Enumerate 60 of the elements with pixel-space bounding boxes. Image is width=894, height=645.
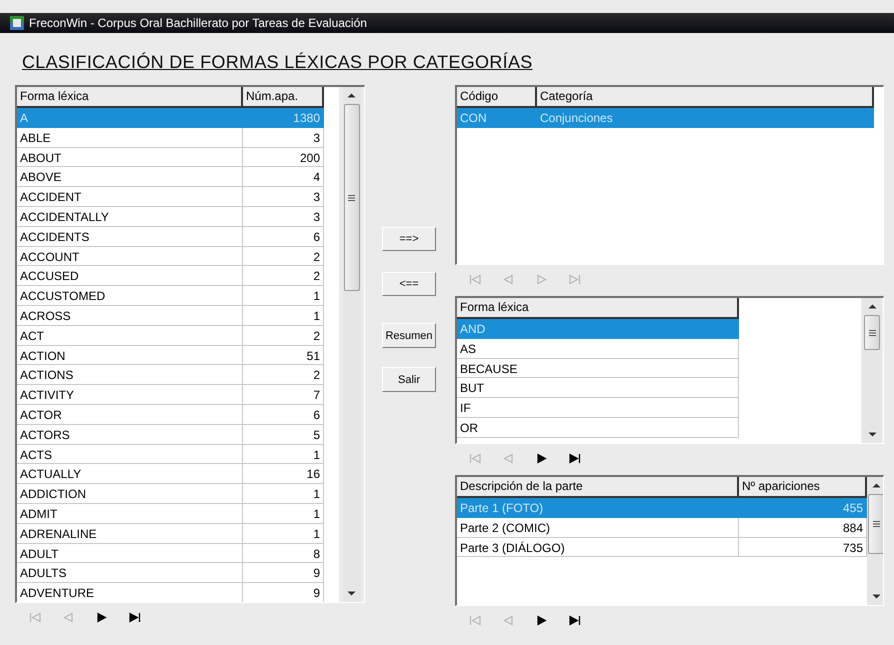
table-row[interactable]: ADDICTION 1 [17,484,324,504]
table-row[interactable]: ACTION 51 [17,346,324,366]
scroll-thumb[interactable] [344,104,360,291]
last-record-icon[interactable] [568,615,581,626]
table-row[interactable]: Parte 3 (DIÁLOGO) 735 [457,538,867,558]
table-cell: Parte 3 (DIÁLOGO) [457,538,739,558]
table-row[interactable]: ACCIDENT 3 [17,187,324,207]
last-record-icon[interactable] [568,453,581,464]
scrollbar[interactable] [863,298,881,443]
action-button[interactable]: ==> [382,227,436,251]
grip-icon [872,521,880,527]
table-row[interactable]: ADMIT 1 [17,504,324,524]
table-cell: 9 [243,583,324,602]
table-row[interactable]: ADVENTURE 9 [17,583,324,602]
table-row[interactable]: ACTUALLY 16 [17,464,324,484]
table-row[interactable]: ACTIVITY 7 [17,385,324,405]
table-row[interactable]: ACT 2 [17,326,324,346]
scroll-thumb[interactable] [868,494,883,554]
table-row[interactable]: ADULT 8 [17,544,324,564]
table-row[interactable]: ACTORS 5 [17,424,324,445]
table-row[interactable]: ACTIONS 2 [17,365,324,386]
table-row[interactable]: ABOVE 4 [17,167,324,188]
table-row[interactable]: ACTS 1 [17,444,324,464]
page-heading: CLASIFICACIÓN DE FORMAS LÉXICAS POR CATEGORÍAS [22,51,534,73]
table-row[interactable]: ABLE 3 [17,128,324,148]
table-row[interactable]: ACTOR 6 [17,404,324,425]
scroll-down-icon[interactable] [872,594,880,599]
app-icon [10,16,24,30]
scroll-thumb[interactable] [864,315,880,350]
next-record-icon[interactable] [95,612,108,623]
window-title: FreconWin - Corpus Oral Bachillerato por Tareas de Evaluación [29,16,367,30]
scroll-down-icon[interactable] [868,432,876,437]
table-row[interactable]: ACCIDENTALLY 3 [17,206,324,227]
scroll-up-icon[interactable] [872,483,880,488]
table-row[interactable]: ACCUSTOMED 1 [17,286,324,306]
next-record-icon[interactable] [535,453,548,464]
action-button[interactable]: Salir [382,367,436,392]
table-row[interactable]: ACCIDENTS 6 [17,226,324,247]
table-cell: ADVENTURE [17,583,243,602]
table-row[interactable]: ACCUSED 2 [17,266,324,286]
action-button[interactable]: Resumen [382,323,436,348]
scroll-up-icon[interactable] [868,304,876,309]
scroll-up-icon[interactable] [347,93,356,98]
scrollbar[interactable] [342,87,360,602]
scroll-down-icon[interactable] [347,591,356,596]
table-row[interactable]: OR [457,418,739,438]
table-row[interactable]: ACROSS 1 [17,306,324,326]
table-row[interactable]: ADULTS 9 [17,563,324,584]
next-record-icon[interactable] [535,615,548,626]
last-record-icon[interactable] [128,612,141,623]
table-row[interactable]: ADRENALINE 1 [17,524,324,544]
table-row[interactable]: ABOUT 200 [17,148,324,168]
action-button[interactable]: <== [382,272,436,296]
scrollbar[interactable] [867,477,883,605]
table-row[interactable]: ACCOUNT 2 [17,246,324,266]
grip-icon [868,330,876,336]
table-cell: CON [457,108,537,128]
table-row[interactable]: Parte 2 (COMIC) 884 [457,518,867,538]
grip-icon [348,194,355,200]
table-cell: Conjunciones [537,108,874,128]
